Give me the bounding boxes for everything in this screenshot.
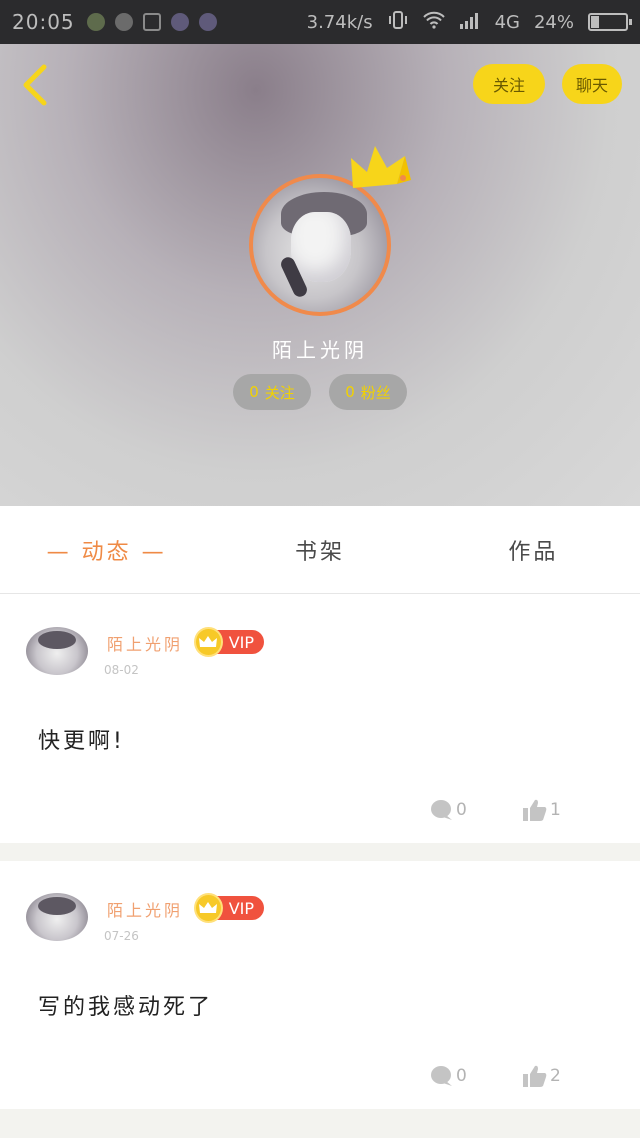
- profile-username: 陌上光阴: [272, 338, 368, 362]
- chat-button[interactable]: 聊天: [562, 64, 622, 104]
- crown-icon: [194, 893, 223, 923]
- comment-count: 0: [456, 800, 467, 820]
- following-label: 关注: [264, 383, 295, 402]
- notification-icons: [86, 13, 217, 31]
- post-author[interactable]: 陌上光阴: [107, 897, 183, 921]
- post-author[interactable]: 陌上光阴: [107, 631, 183, 655]
- scan-icon: [142, 13, 161, 31]
- comment-button[interactable]: 0: [430, 1065, 467, 1087]
- wifi-icon: [422, 11, 445, 34]
- globe-icon: [86, 13, 105, 31]
- back-button[interactable]: [14, 62, 54, 108]
- tab-works[interactable]: 作品: [427, 534, 640, 566]
- thumbs-up-icon: [523, 799, 547, 821]
- chevron-left-icon: [23, 64, 47, 106]
- post-date: 08-02: [104, 663, 139, 677]
- activity-post: 陌上光阴 VIP 07-26 写的我感动死了 0 2: [0, 861, 640, 1109]
- like-button[interactable]: 1: [522, 798, 561, 822]
- battery-percent: 24%: [533, 11, 574, 33]
- vip-badge: VIP: [194, 627, 264, 657]
- profile-avatar[interactable]: [249, 146, 411, 316]
- divider: [0, 843, 640, 861]
- following-number: 0: [249, 383, 259, 401]
- network-type: 4G: [494, 11, 520, 33]
- app-icon-2: [198, 13, 217, 31]
- post-content: 快更啊!: [38, 729, 125, 754]
- post-content: 写的我感动死了: [38, 995, 214, 1020]
- network-speed: 3.74k/s: [306, 11, 373, 33]
- battery-icon: [588, 13, 632, 31]
- crown-icon: [194, 627, 223, 657]
- comment-icon: [431, 1066, 452, 1086]
- vibrate-icon: [387, 10, 409, 35]
- profile-header: 关注 聊天 陌上光阴 0 关注 0 粉丝: [0, 44, 640, 506]
- follow-button[interactable]: 关注: [473, 64, 545, 104]
- like-button[interactable]: 2: [522, 1064, 561, 1088]
- status-time: 20:05: [12, 10, 75, 34]
- pinwheel-icon: [114, 13, 133, 31]
- fans-number: 0: [345, 383, 355, 401]
- fans-label: 粉丝: [360, 383, 391, 402]
- like-count: 1: [550, 800, 561, 820]
- avatar[interactable]: [26, 627, 88, 675]
- comment-icon: [431, 800, 452, 820]
- divider: [0, 1109, 640, 1138]
- following-count[interactable]: 0 关注: [233, 374, 311, 410]
- comment-button[interactable]: 0: [430, 799, 467, 821]
- app-icon: [170, 13, 189, 31]
- avatar[interactable]: [26, 893, 88, 941]
- tab-activity[interactable]: — 动态 —: [0, 534, 213, 566]
- status-bar: 20:05 3.74k/s 4G 24%: [0, 0, 640, 44]
- profile-tabs: — 动态 — 书架 作品: [0, 506, 640, 594]
- crown-icon: [351, 146, 411, 188]
- like-count: 2: [550, 1066, 561, 1086]
- tab-bookshelf[interactable]: 书架: [213, 534, 426, 566]
- post-date: 07-26: [104, 929, 139, 943]
- activity-post: 陌上光阴 VIP 08-02 快更啊! 0 1: [0, 595, 640, 843]
- fans-count[interactable]: 0 粉丝: [329, 374, 407, 410]
- thumbs-up-icon: [523, 1065, 547, 1087]
- vip-badge: VIP: [194, 893, 264, 923]
- signal-icon: [459, 11, 481, 34]
- comment-count: 0: [456, 1066, 467, 1086]
